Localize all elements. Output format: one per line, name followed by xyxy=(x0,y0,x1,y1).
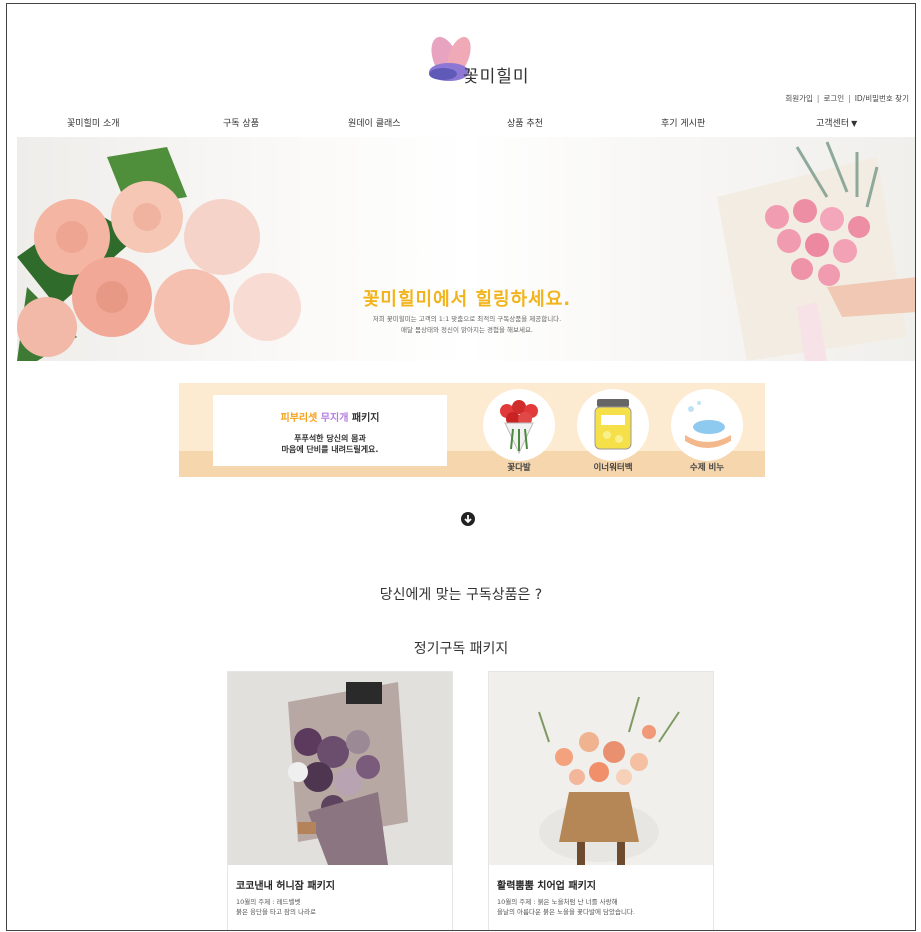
divider: | xyxy=(848,94,851,103)
hero-banner: 꽃미힐미에서 힐링하세요. 저희 꽃미힐미는 고객의 1:1 맞춤으로 최적의 … xyxy=(17,137,915,361)
nav-about[interactable]: 꽃미힐미 소개 xyxy=(67,116,120,129)
product-name: 활력뿜뿜 치어업 패키지 xyxy=(497,881,596,892)
caret-down-icon: ▼ xyxy=(851,119,858,128)
nav-subscription[interactable]: 구독 상품 xyxy=(223,116,259,129)
soap-label: 수제 비누 xyxy=(689,463,725,473)
hero-description-line1: 저희 꽃미힐미는 고객의 1:1 맞춤으로 최적의 구독상품을 제공합니다. xyxy=(372,315,562,323)
nav-customer-center[interactable]: 고객센터 ▼ xyxy=(816,116,857,129)
product-name: 코코낸내 허니잠 패키지 xyxy=(236,881,335,892)
signup-link[interactable]: 회원가입 xyxy=(785,94,813,103)
hero-title: 꽃미힐미에서 힐링하세요. xyxy=(362,289,572,310)
product-theme: 10월의 주제 : 레드벨벳 xyxy=(236,898,301,906)
promo-text-card: 피부리셋 무지개 패키지 푸푸석한 당신의 몸과 마음에 단비를 내려드릴게요. xyxy=(213,395,447,466)
product-description: 을날의 아름다운 붉은 노을을 꽃다발에 담았습니다. xyxy=(497,908,635,916)
divider: | xyxy=(816,94,820,103)
nav-recommend[interactable]: 상품 추천 xyxy=(507,116,543,129)
brand-name[interactable]: 꽃미힐미 xyxy=(463,62,530,87)
page-frame: 꽃미힐미 회원가입 | 로그인 | ID/비밀번호 찾기 꽃미힐미 소개 구독 상품 원… xyxy=(6,3,916,931)
arrow-down-icon xyxy=(464,515,472,524)
section-subtitle: 정기구독 패키지 xyxy=(413,641,509,657)
jar-label: 이너워터백 xyxy=(593,463,633,473)
hero-description-line2: 매달 몸상태와 정신이 맑아지는 경험을 해보세요. xyxy=(401,326,533,334)
product-photo xyxy=(228,672,452,865)
product-theme: 10월의 주제 : 붉은 노을처럼 난 너를 사랑해 xyxy=(497,898,618,906)
promo-title-part3: 패키지 xyxy=(351,413,380,424)
package-promo-banner[interactable]: 피부리셋 무지개 패키지 푸푸석한 당신의 몸과 마음에 단비를 내려드릴게요.… xyxy=(179,383,765,477)
nav-oneday-class[interactable]: 원데이 클래스 xyxy=(348,116,401,129)
find-account-link[interactable]: ID/비밀번호 찾기 xyxy=(855,94,909,103)
promo-title-part2: 무지개 xyxy=(320,413,349,424)
promo-title: 피부리셋 무지개 패키지 xyxy=(213,409,447,424)
bouquet-label: 꽃다발 xyxy=(507,463,531,473)
main-nav: 꽃미힐미 소개 구독 상품 원데이 클래스 상품 추천 후기 게시판 고객센터 ▼ xyxy=(7,116,915,136)
nav-customer-center-label: 고객센터 xyxy=(816,119,850,129)
nav-reviews[interactable]: 후기 게시판 xyxy=(661,116,705,129)
product-photo xyxy=(489,672,713,865)
product-description: 붉은 융단을 타고 잠의 나라로 xyxy=(236,908,317,916)
account-links: 회원가입 | 로그인 | ID/비밀번호 찾기 xyxy=(785,93,909,104)
login-link[interactable]: 로그인 xyxy=(823,94,844,103)
promo-title-part1: 피부리셋 xyxy=(280,413,318,424)
promo-line1: 푸푸석한 당신의 몸과 xyxy=(294,434,366,443)
jar-icon xyxy=(577,389,649,461)
section-question: 당신에게 맞는 구독상품은 ? xyxy=(379,587,543,603)
bouquet-icon xyxy=(483,389,555,461)
soap-icon xyxy=(671,389,743,461)
scroll-down-button[interactable] xyxy=(461,512,475,526)
product-card-cheer-up[interactable]: 활력뿜뿜 치어업 패키지 10월의 주제 : 붉은 노을처럼 난 너를 사랑해 … xyxy=(488,671,714,930)
promo-line2: 마음에 단비를 내려드릴게요. xyxy=(281,445,379,454)
product-card-honey-sleep[interactable]: 코코낸내 허니잠 패키지 10월의 주제 : 레드벨벳 붉은 융단을 타고 잠의… xyxy=(227,671,453,930)
